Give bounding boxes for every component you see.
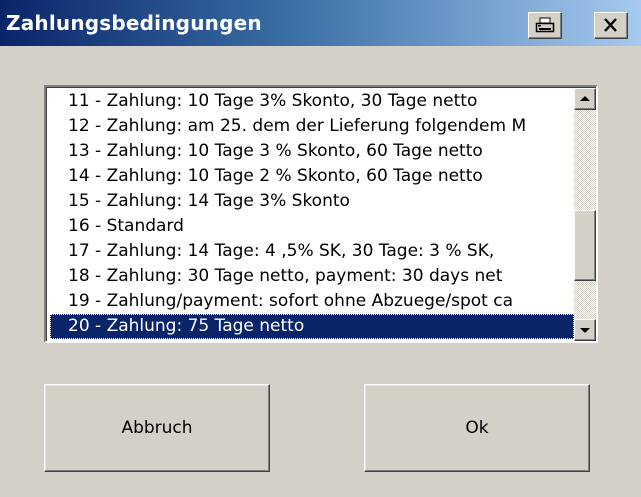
close-x-icon [604,18,617,32]
list-item[interactable]: 19 - Zahlung/payment: sofort ohne Abzueg… [50,289,574,314]
list-items: 11 - Zahlung: 10 Tage 3% Skonto, 30 Tage… [50,89,574,341]
list-item-selected[interactable]: 20 - Zahlung: 75 Tage netto [50,314,574,339]
window-title: Zahlungsbedingungen [6,11,262,35]
vertical-scrollbar[interactable] [574,88,596,341]
scroll-up-button[interactable] [574,88,596,110]
close-button[interactable] [594,12,628,39]
list-item[interactable]: 16 - Standard [50,214,574,239]
listbox-frame: 11 - Zahlung: 10 Tage 3% Skonto, 30 Tage… [46,87,596,341]
print-button[interactable] [528,12,562,39]
ok-button[interactable]: Ok [364,384,590,472]
list-item[interactable]: 11 - Zahlung: 10 Tage 3% Skonto, 30 Tage… [50,89,574,114]
ok-button-label: Ok [465,418,489,438]
printer-icon [535,17,555,33]
list-item[interactable]: 13 - Zahlung: 10 Tage 3 % Skonto, 60 Tag… [50,139,574,164]
arrow-up-icon [580,96,590,101]
list-item[interactable]: 15 - Zahlung: 14 Tage 3% Skonto [50,189,574,214]
cancel-button-label: Abbruch [121,418,193,438]
payment-terms-listbox[interactable]: 11 - Zahlung: 10 Tage 3% Skonto, 30 Tage… [44,85,598,343]
scroll-down-button[interactable] [574,319,596,341]
scroll-thumb[interactable] [574,210,596,281]
arrow-down-icon [580,328,590,333]
title-bar[interactable]: Zahlungsbedingungen [0,0,641,46]
list-item[interactable]: 18 - Zahlung: 30 Tage netto, payment: 30… [50,264,574,289]
cancel-button[interactable]: Abbruch [44,384,270,472]
list-item[interactable]: 12 - Zahlung: am 25. dem der Lieferung f… [50,114,574,139]
payment-terms-dialog: Zahlungsbedingungen 11 - Zahlung: 10 Tag… [0,0,641,497]
list-item[interactable]: 14 - Zahlung: 10 Tage 2 % Skonto, 60 Tag… [50,164,574,189]
list-item[interactable]: 17 - Zahlung: 14 Tage: 4 ,5% SK, 30 Tage… [50,239,574,264]
